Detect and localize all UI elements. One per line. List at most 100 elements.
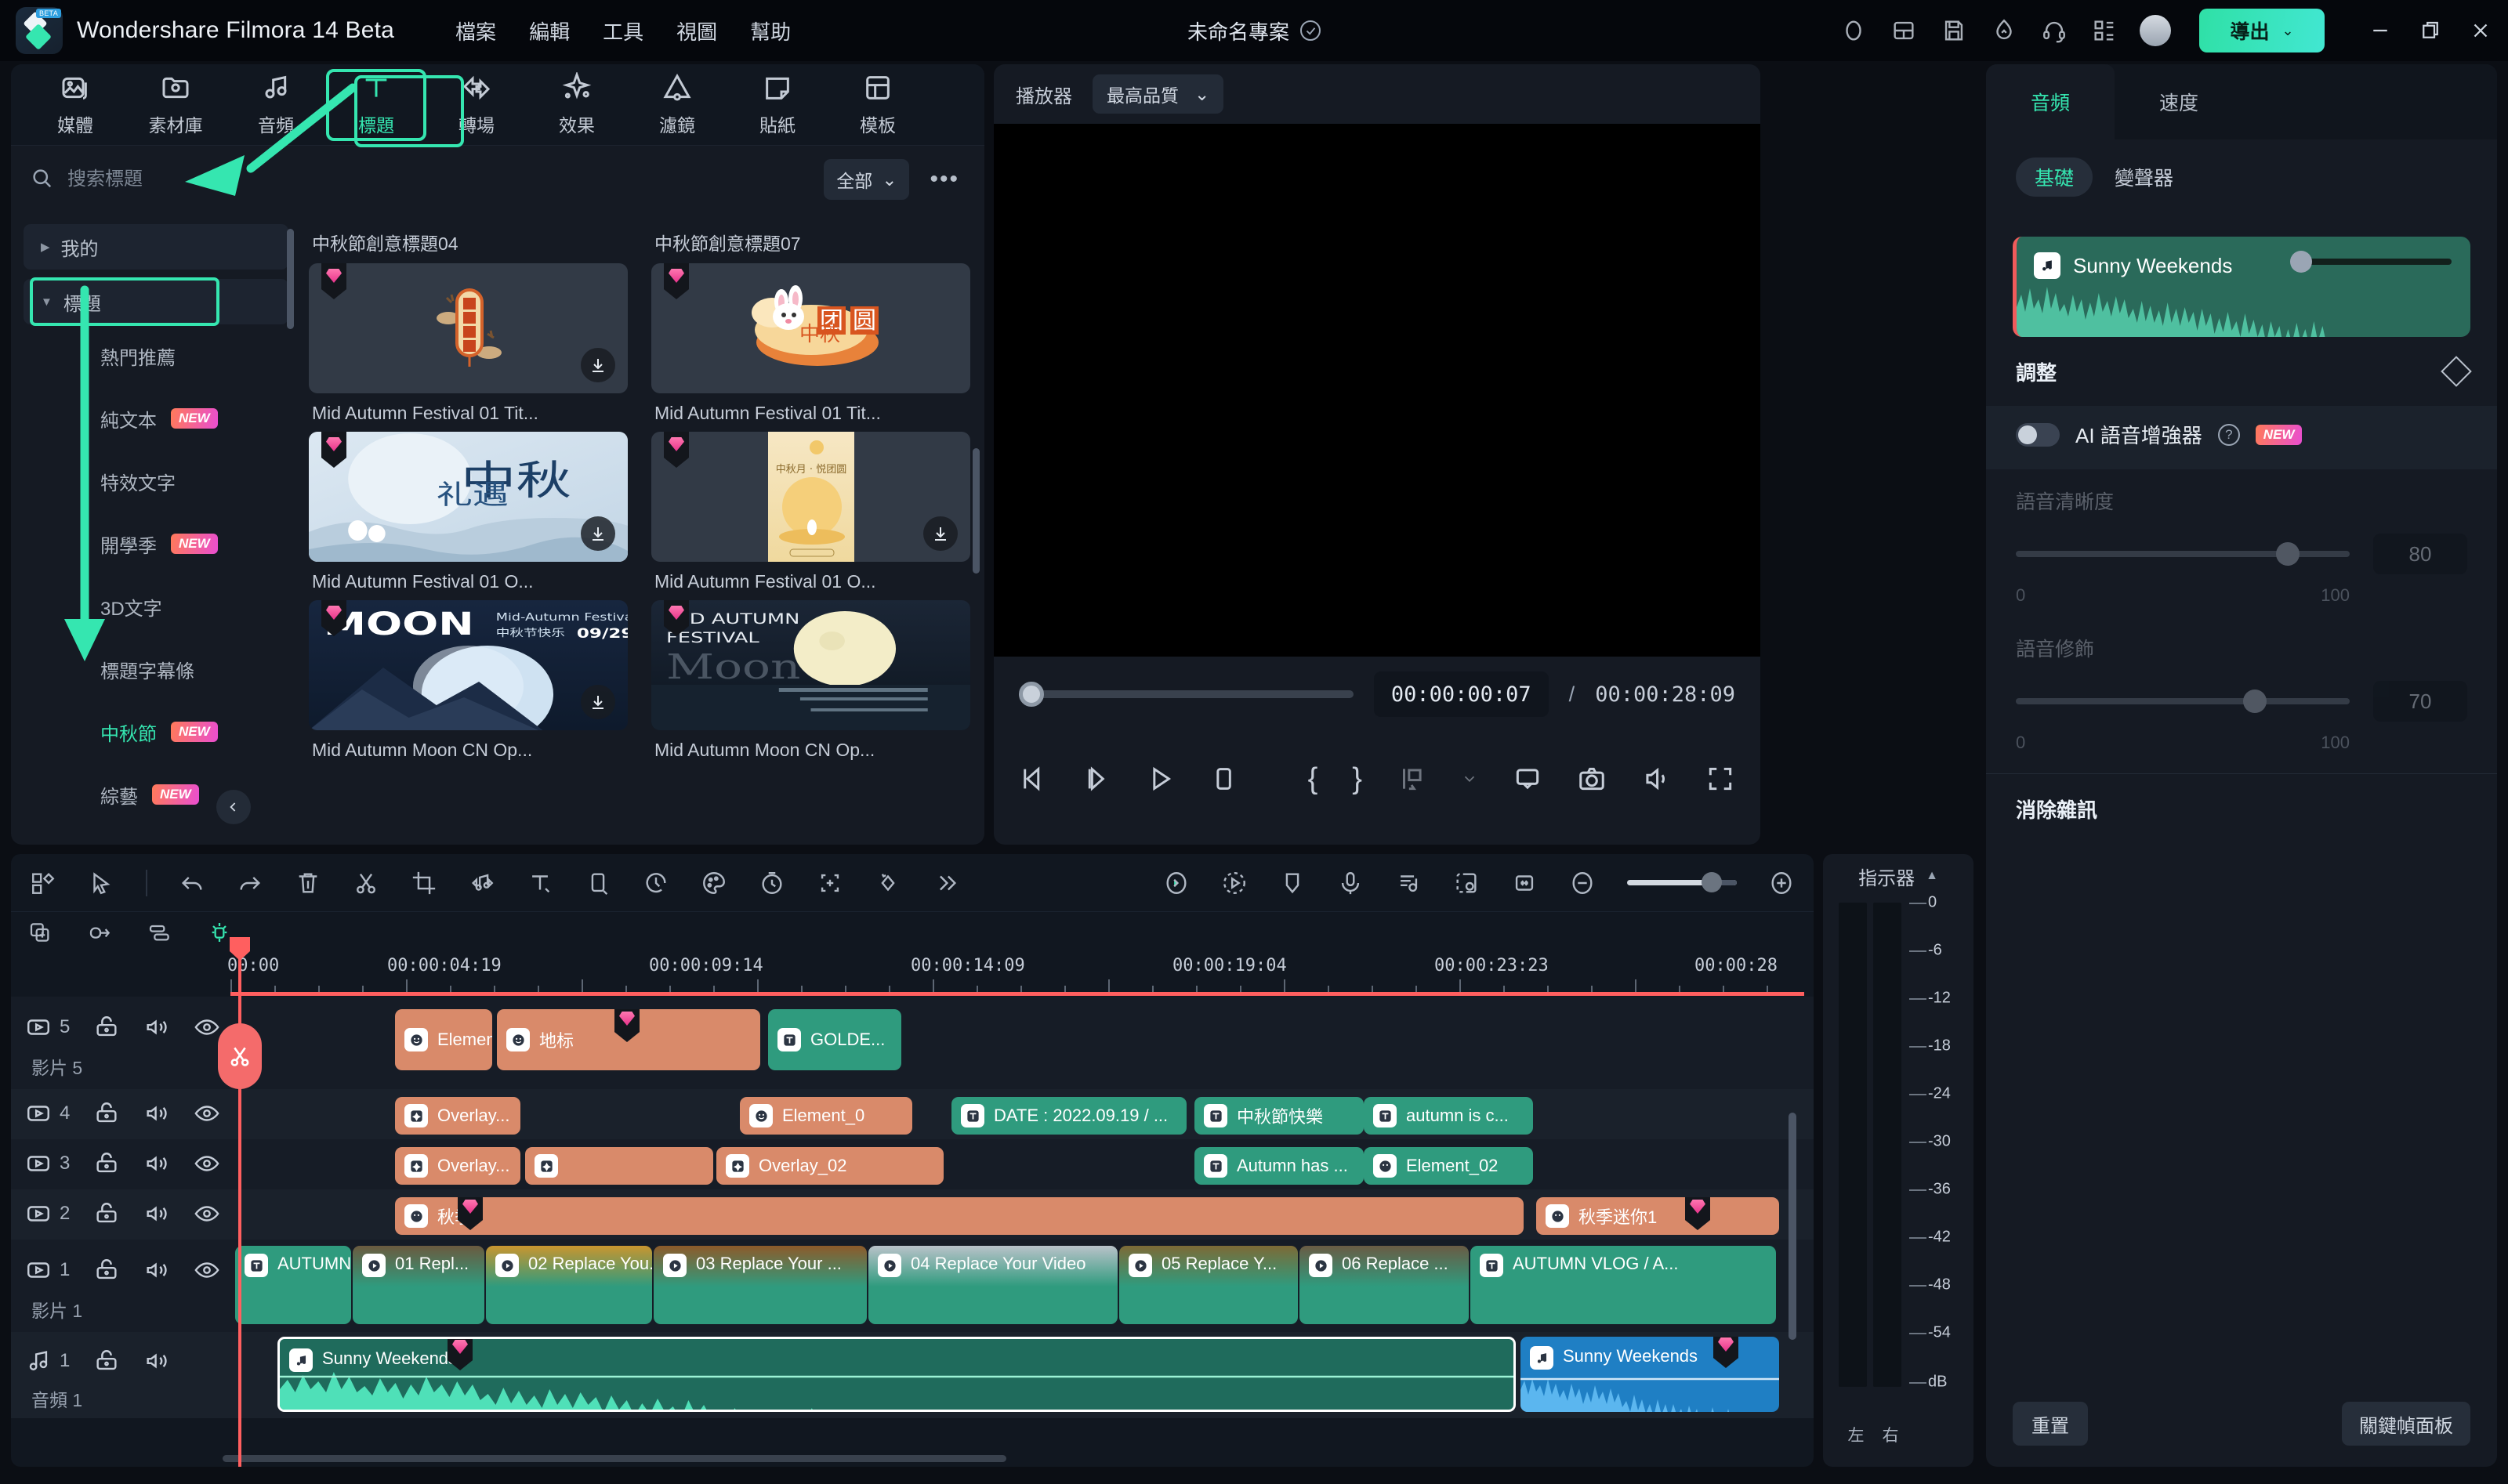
player-canvas[interactable] [994, 124, 1760, 657]
template-card[interactable]: 中秋 礼遇 Mid Autumn Festival 01 O... [309, 432, 628, 592]
template-thumbnail[interactable]: 中秋月 · 悦团圆 [651, 432, 970, 562]
subtab-voicechanger[interactable]: 變聲器 [2107, 163, 2181, 191]
lock-icon[interactable] [93, 1014, 120, 1041]
sidebar-item-title[interactable]: ▼ 標題 [24, 279, 288, 324]
undo-icon[interactable] [179, 870, 205, 896]
download-icon[interactable] [581, 685, 615, 719]
tab-template[interactable]: 模板 [828, 69, 928, 141]
clip-volume-slider[interactable] [2290, 251, 2452, 273]
template-grid-scrollbar[interactable] [973, 448, 980, 574]
keyframe-panel-button[interactable]: 關鍵幀面板 [2342, 1402, 2470, 1446]
marker-icon[interactable] [1279, 870, 1306, 896]
timeline-clip[interactable]: 05 Replace Y... [1119, 1246, 1298, 1324]
mute-icon[interactable] [143, 1100, 170, 1127]
magnet-icon[interactable] [207, 920, 232, 945]
eye-icon[interactable] [194, 1014, 220, 1041]
eye-icon[interactable] [194, 1257, 220, 1283]
timeline-playhead[interactable] [218, 937, 262, 1467]
split-icon[interactable] [353, 870, 379, 896]
scene-detect-icon[interactable] [1453, 870, 1480, 896]
tab-speed-properties[interactable]: 速度 [2115, 64, 2243, 139]
tab-audio-properties[interactable]: 音頻 [1986, 64, 2115, 139]
download-icon[interactable] [581, 516, 615, 551]
more-icon[interactable] [933, 870, 959, 896]
tab-stock[interactable]: 素材庫 [125, 69, 226, 141]
player-scrubber[interactable] [1019, 682, 1354, 707]
timeline-clip[interactable]: GOLDE... [768, 1009, 901, 1070]
timeline-clip[interactable] [525, 1147, 713, 1185]
sidebar-item-hot[interactable]: 熱門推薦 [24, 324, 288, 387]
timeline-clip-selected[interactable]: Sunny Weekends [277, 1337, 1516, 1412]
render-icon[interactable] [1513, 764, 1542, 794]
question-icon[interactable]: ? [2217, 423, 2240, 446]
lock-icon[interactable] [93, 1100, 120, 1127]
auto-reframe-icon[interactable] [817, 870, 843, 896]
beat-detect-icon[interactable] [1395, 870, 1422, 896]
slider-handle[interactable] [2242, 690, 2267, 713]
nav-scrollbar[interactable] [287, 229, 294, 329]
template-card[interactable]: 中秋月 · 悦团圆 Mid Autumn Festival 01 O... [651, 432, 970, 592]
timeline-clip[interactable]: Element_0 [740, 1097, 912, 1135]
timeline-clip[interactable]: 秋季 [395, 1197, 1524, 1235]
timeline-clip[interactable]: Element_02 [1364, 1147, 1533, 1185]
chevron-down-icon[interactable] [1461, 764, 1478, 794]
tab-title[interactable]: 標題 [326, 68, 426, 141]
tab-effects[interactable]: 效果 [527, 69, 627, 141]
sidebar-item-effecttext[interactable]: 特效文字 [24, 450, 288, 512]
zoom-in-icon[interactable] [1768, 870, 1795, 896]
sidebar-item-backtoschool[interactable]: 開學季 NEW [24, 512, 288, 575]
collapse-panel-button[interactable] [216, 790, 251, 824]
link-icon[interactable] [88, 920, 113, 945]
timeline-clip[interactable]: autumn is c... [1364, 1097, 1533, 1135]
auto-highlight-icon[interactable] [1221, 870, 1248, 896]
timeline-clip[interactable]: 04 Replace Your Video [868, 1246, 1118, 1324]
mic-icon[interactable] [1337, 870, 1364, 896]
sidebar-item-lowerthird[interactable]: 標題字幕條 [24, 638, 288, 700]
template-thumbnail[interactable]: 团 圆 中秋 [651, 263, 970, 393]
lock-icon[interactable] [93, 1150, 120, 1177]
zoom-out-icon[interactable] [1569, 870, 1596, 896]
tab-transition[interactable]: 轉場 [426, 69, 527, 141]
eye-icon[interactable] [194, 1150, 220, 1177]
chevron-up-icon[interactable]: ▲ [1926, 869, 1938, 883]
timeline-clip[interactable]: AUTUMN /... [235, 1246, 351, 1324]
volume-handle[interactable] [2290, 251, 2312, 273]
add-track-icon[interactable] [28, 920, 53, 945]
chevron-down-icon[interactable]: ⌄ [2281, 23, 2293, 39]
lock-icon[interactable] [93, 1257, 120, 1283]
timeline-zoom-slider[interactable] [1627, 872, 1737, 892]
save-icon[interactable] [1939, 16, 1969, 45]
apps-grid-icon[interactable] [2089, 16, 2119, 45]
keyframe-icon[interactable] [875, 870, 901, 896]
sidebar-item-3dtext[interactable]: 3D文字 [24, 575, 288, 638]
download-icon[interactable] [581, 348, 615, 382]
timeline-clip[interactable]: Element... [395, 1009, 492, 1070]
timeline-clip[interactable]: 02 Replace You... [486, 1246, 652, 1324]
template-card[interactable]: 中秋節創意標題04 Mid Autumn Festival 01 Tit... [309, 218, 628, 424]
slider-handle[interactable] [2276, 542, 2300, 566]
stop-icon[interactable] [1209, 764, 1238, 794]
sidebar-item-mine[interactable]: ▶ 我的 [24, 224, 288, 270]
scrubber-handle[interactable] [1019, 682, 1044, 707]
timeline-clip[interactable]: 秋季迷你1 [1536, 1197, 1779, 1235]
template-card[interactable]: MOON Mid-Autumn Festival 中秋节快乐 09/29 Mid… [309, 600, 628, 761]
timeline-clip[interactable]: Autumn has ... [1194, 1147, 1364, 1185]
lock-icon[interactable] [93, 1348, 120, 1374]
avatar[interactable] [2140, 15, 2171, 46]
speed-icon[interactable] [643, 870, 669, 896]
template-card[interactable]: 中秋節創意標題07 团 圆 中秋 Mid Autumn Festival 01 … [651, 218, 970, 424]
tab-filter[interactable]: 濾鏡 [627, 69, 727, 141]
menu-file[interactable]: 檔案 [455, 16, 496, 45]
split-at-playhead-button[interactable] [218, 1023, 262, 1089]
reset-button[interactable]: 重置 [2013, 1402, 2088, 1446]
timeline-ruler[interactable]: 00:00 00:00:04:19 00:00:09:14 00:00:14:0… [227, 953, 1804, 994]
template-thumbnail[interactable] [309, 263, 628, 393]
timeline-clip[interactable]: 03 Replace Your ... [654, 1246, 867, 1324]
headset-icon[interactable] [2039, 16, 2069, 45]
timeline-clip[interactable]: 01 Repl... [353, 1246, 484, 1324]
timeline-vertical-scrollbar[interactable] [1789, 1113, 1796, 1340]
cloud-upload-icon[interactable] [1989, 16, 2019, 45]
lock-icon[interactable] [93, 1200, 120, 1227]
timeline-clip[interactable]: Overlay... [395, 1147, 520, 1185]
mute-icon[interactable] [143, 1348, 170, 1374]
